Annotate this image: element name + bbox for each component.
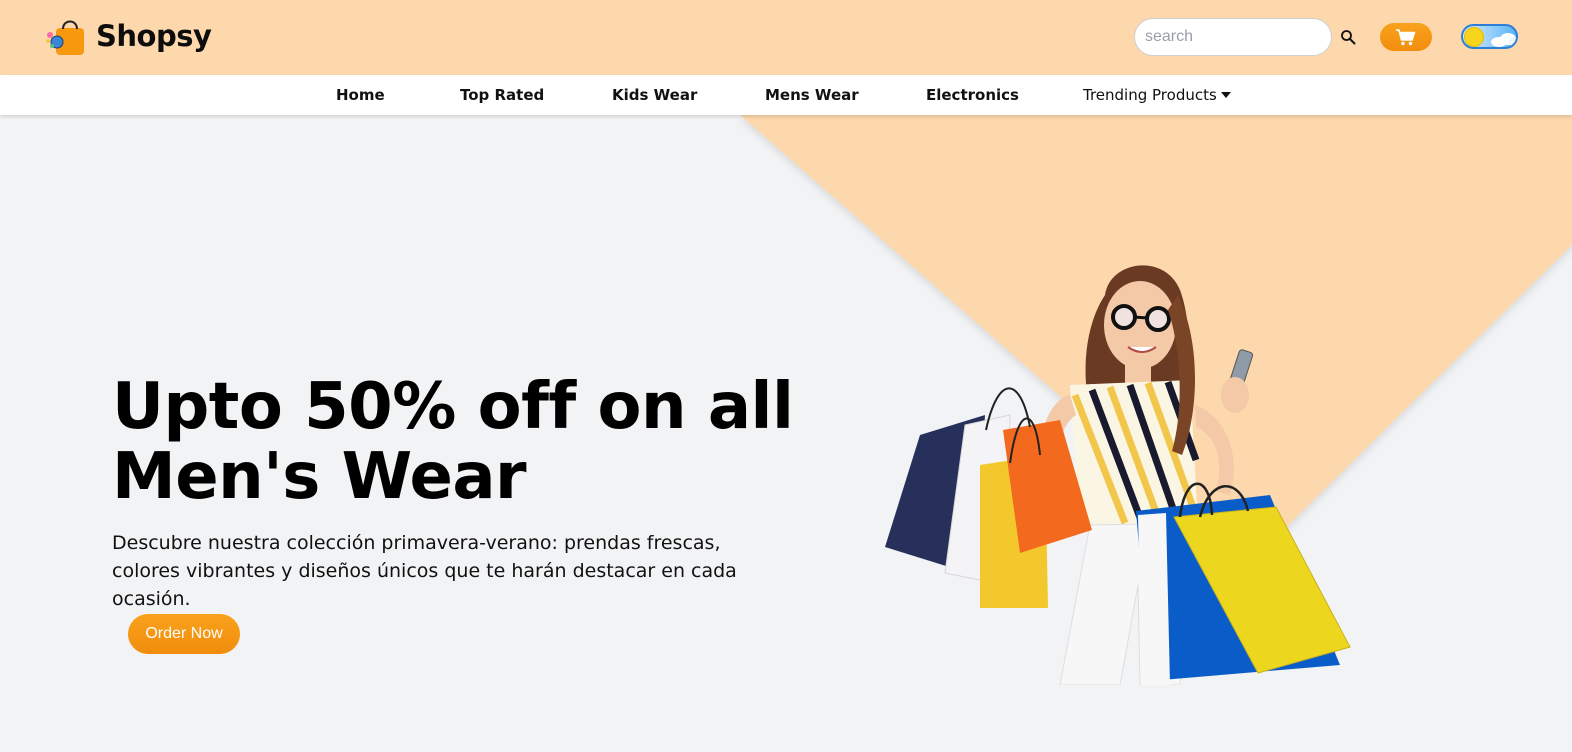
nav-item-trending-products[interactable]: Trending Products [1083,86,1231,104]
hero-shopping-woman-image [885,265,1351,685]
brand-name: Shopsy [96,19,212,53]
shopping-bag-logo-icon [46,20,84,55]
trending-products-label: Trending Products [1083,86,1217,104]
search-input[interactable] [1134,18,1332,56]
caret-down-icon [1220,91,1231,98]
brand-logo[interactable]: Shopsy [44,14,212,58]
nav-item-home[interactable]: Home [336,86,385,104]
order-now-button[interactable]: Order Now [128,614,240,654]
main-nav: Home Top Rated Kids Wear Mens Wear Elect… [0,75,1572,115]
theme-toggle[interactable] [1461,24,1518,49]
nav-item-electronics[interactable]: Electronics [926,86,1019,104]
nav-item-kids-wear[interactable]: Kids Wear [612,86,697,104]
cart-icon [1396,29,1416,46]
search-icon[interactable] [1340,29,1356,45]
nav-item-top-rated[interactable]: Top Rated [460,86,544,104]
cloud-icon [1491,33,1516,47]
cart-button[interactable] [1380,23,1432,51]
hero-title: Upto 50% off on all Men's Wear [112,370,794,514]
top-header: Shopsy [0,0,1572,75]
hero-description: Descubre nuestra colección primavera-ver… [112,532,737,610]
nav-item-mens-wear[interactable]: Mens Wear [765,86,859,104]
sun-icon [1464,27,1484,47]
